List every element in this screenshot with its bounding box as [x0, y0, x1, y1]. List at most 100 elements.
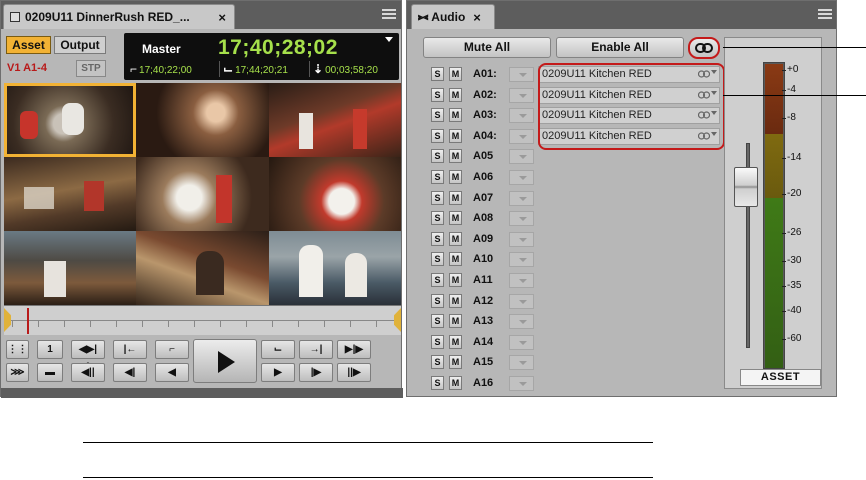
solo-button[interactable]: S [431, 149, 444, 164]
mute-button[interactable]: M [449, 376, 462, 390]
panel-menu-icon[interactable] [382, 7, 396, 21]
go-to-in-icon[interactable]: |← [113, 340, 147, 359]
volume-fader[interactable] [734, 167, 758, 207]
position-indicator[interactable] [27, 308, 30, 334]
solo-button[interactable]: S [431, 314, 444, 329]
keyboard-icon[interactable]: ▬ [37, 363, 63, 382]
camera-angle-2[interactable] [136, 83, 269, 157]
play-button[interactable] [193, 339, 257, 383]
timecode-display[interactable]: Master 17;40;28;02 ⌐ 17;40;22;00 ⌙ 17;44;2… [124, 33, 399, 80]
track-source-select[interactable]: 0209U11 Kitchen RED [538, 66, 720, 83]
mute-button[interactable]: M [449, 293, 462, 308]
solo-button[interactable]: S [431, 376, 444, 390]
link-tracks-button[interactable] [688, 37, 720, 59]
mute-button[interactable]: M [449, 67, 462, 81]
camera-angle-5[interactable] [136, 157, 269, 231]
multicam-video-grid[interactable] [4, 83, 401, 305]
mute-button[interactable]: M [449, 314, 462, 329]
fast-forward-icon[interactable]: ▶|▶ [337, 340, 371, 359]
step-forward-icon[interactable]: |▶ [299, 363, 333, 382]
track-dropdown[interactable] [509, 87, 534, 103]
audio-tab[interactable]: ⫸⫷ Audio × [411, 4, 495, 29]
mute-button[interactable]: M [449, 149, 462, 164]
mute-button[interactable]: M [449, 128, 462, 143]
step-back-icon[interactable]: ◀| [113, 363, 147, 382]
track-dropdown[interactable] [509, 273, 534, 288]
track-dropdown[interactable] [509, 231, 534, 247]
mute-button[interactable]: M [449, 355, 462, 370]
camera-angle-9[interactable] [269, 231, 401, 305]
stp-button[interactable]: STP [76, 60, 106, 77]
camera-angle-6[interactable] [269, 157, 401, 231]
mute-button[interactable]: M [449, 170, 462, 184]
solo-button[interactable]: S [431, 334, 444, 349]
track-dropdown[interactable] [509, 252, 534, 268]
solo-button[interactable]: S [431, 170, 444, 184]
track-dropdown[interactable] [509, 108, 534, 124]
asset-button[interactable]: Asset [6, 36, 51, 54]
mute-button[interactable]: M [449, 108, 462, 123]
mark-out-icon[interactable]: ⌙ [261, 340, 295, 359]
solo-button[interactable]: S [431, 252, 444, 267]
mute-button[interactable]: M [449, 87, 462, 102]
solo-button[interactable]: S [431, 211, 444, 226]
mark-out-marker[interactable] [394, 308, 401, 332]
grid-view-icon[interactable]: ⋮⋮ [6, 340, 29, 359]
solo-button[interactable]: S [431, 293, 444, 308]
position-bar[interactable] [4, 305, 401, 335]
solo-button[interactable]: S [431, 190, 444, 205]
track-dropdown[interactable] [509, 314, 534, 330]
track-dropdown[interactable] [509, 149, 534, 165]
panel-menu-icon[interactable] [818, 7, 832, 21]
track-source-select[interactable]: 0209U11 Kitchen RED [538, 107, 720, 125]
mark-in-marker[interactable] [4, 308, 11, 332]
track-dropdown[interactable] [509, 190, 534, 206]
split-edit-icon[interactable]: ◀▶|◀▶ [71, 340, 105, 372]
step-forward-frame-icon[interactable]: ▶ [261, 363, 295, 382]
camera-angle-7[interactable] [4, 231, 136, 305]
source-monitor-tab[interactable]: 0209U11 DinnerRush RED_... × [3, 4, 235, 29]
track-selection-label[interactable]: V1 A1-4 [7, 62, 47, 74]
mute-button[interactable]: M [449, 252, 462, 267]
track-dropdown[interactable] [509, 334, 534, 350]
timecode-menu-icon[interactable] [385, 37, 393, 42]
step-back-frame-icon[interactable]: ◀ [155, 363, 189, 382]
mark-in-icon[interactable]: ⌐ [155, 340, 189, 359]
solo-button[interactable]: S [431, 67, 444, 81]
camera-number-button[interactable]: 1 [37, 340, 63, 359]
camera-angle-8[interactable] [136, 231, 269, 305]
track-dropdown[interactable] [509, 211, 534, 227]
close-tab-icon[interactable]: × [218, 10, 226, 25]
mute-button[interactable]: M [449, 211, 462, 226]
step-back-10-icon[interactable]: ◀|| [71, 363, 105, 382]
track-dropdown[interactable] [509, 170, 534, 185]
mute-all-button[interactable]: Mute All [423, 37, 551, 58]
close-tab-icon[interactable]: × [473, 10, 481, 25]
solo-button[interactable]: S [431, 273, 444, 287]
mute-button[interactable]: M [449, 190, 462, 205]
mute-button[interactable]: M [449, 273, 462, 287]
go-to-out-icon[interactable]: →| [299, 340, 333, 359]
track-dropdown[interactable] [509, 376, 534, 391]
audio-waveform-icon[interactable]: ⋙ [6, 363, 29, 382]
track-dropdown[interactable] [509, 67, 534, 82]
track-source-select[interactable]: 0209U11 Kitchen RED [538, 127, 720, 145]
enable-all-button[interactable]: Enable All [556, 37, 684, 58]
camera-angle-1[interactable] [4, 83, 136, 157]
camera-angle-4[interactable] [4, 157, 136, 231]
track-source-select[interactable]: 0209U11 Kitchen RED [538, 86, 720, 104]
camera-angle-3[interactable] [269, 83, 401, 157]
track-dropdown[interactable] [509, 293, 534, 309]
step-forward-10-icon[interactable]: ||▶ [337, 363, 371, 382]
solo-button[interactable]: S [431, 108, 444, 123]
mute-button[interactable]: M [449, 334, 462, 349]
audio-tab-title: Audio [431, 10, 466, 24]
mute-button[interactable]: M [449, 231, 462, 246]
track-dropdown[interactable] [509, 355, 534, 371]
solo-button[interactable]: S [431, 231, 444, 246]
solo-button[interactable]: S [431, 355, 444, 370]
output-button[interactable]: Output [54, 36, 106, 54]
solo-button[interactable]: S [431, 87, 444, 102]
solo-button[interactable]: S [431, 128, 444, 143]
track-dropdown[interactable] [509, 128, 534, 144]
